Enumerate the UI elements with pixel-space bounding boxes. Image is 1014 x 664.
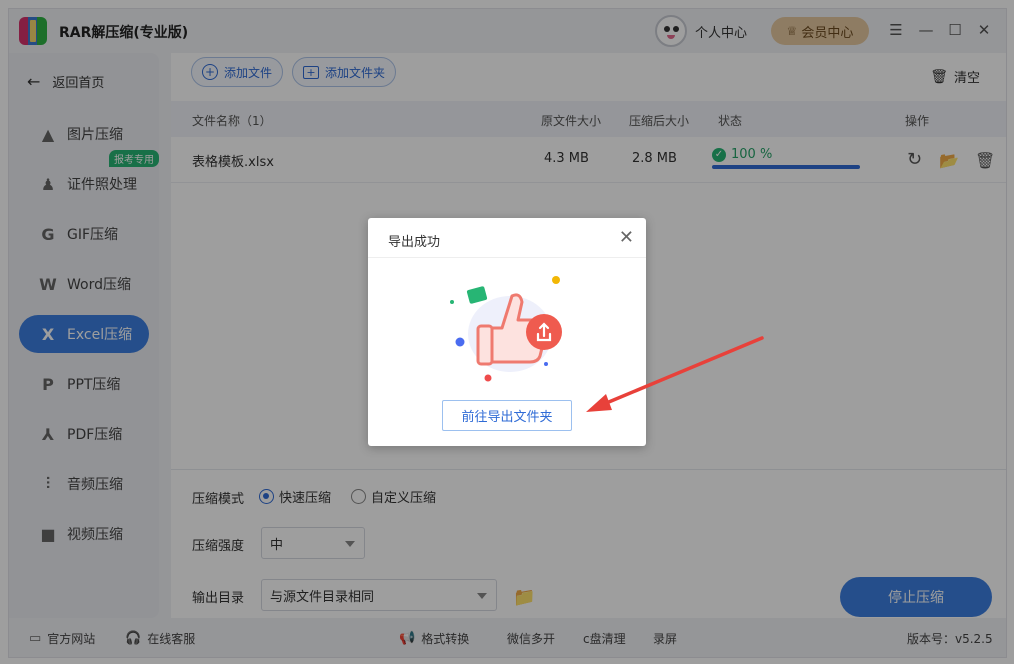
dialog-header: 导出成功 ✕ [368,218,646,258]
export-success-dialog: 导出成功 ✕ 前往导出文件夹 [368,218,646,446]
thumbs-up-illustration-icon [450,276,562,382]
open-export-folder-button[interactable]: 前往导出文件夹 [442,400,572,431]
dialog-title: 导出成功 [388,235,441,250]
dialog-close-icon[interactable]: ✕ [619,227,634,248]
